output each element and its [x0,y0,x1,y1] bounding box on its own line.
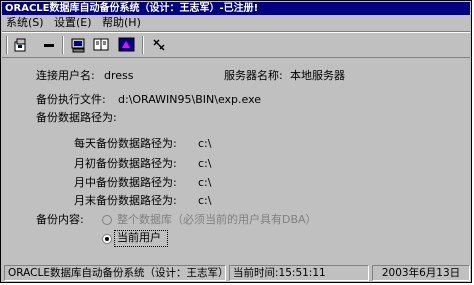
backup-icon[interactable] [92,36,110,54]
window-title: ORACLE数据库自动备份系统（设计：王志军）-已注册! [5,3,259,14]
toolbar-separator [6,36,8,54]
month-mid-path-label: 月中备份数据路径为: [74,176,177,189]
menu-bar: 系统(S) 设置(E) 帮助(H) [2,15,470,32]
menu-settings[interactable]: 设置(E) [54,16,92,30]
menu-system[interactable]: 系统(S) [6,16,44,30]
daily-path-label: 每天备份数据路径为: [74,137,177,150]
month-start-path-value: c:\ [198,157,212,170]
daily-path-value: c:\ [198,137,212,150]
radio-current-user-label[interactable]: 当前用户 [117,231,161,245]
month-end-path-label: 月末备份数据路径为: [74,194,177,207]
restore-icon[interactable] [118,36,136,54]
server-value: 本地服务器 [290,69,345,82]
user-value: dress [104,69,134,82]
radio-selected-dot [105,237,109,241]
main-window: ORACLE数据库自动备份系统（设计：王志军）-已注册! 系统(S) 设置(E)… [0,0,472,283]
exe-value: d:\ORAWIN95\BIN\exp.exe [118,93,262,106]
status-time-panel: 当前时间:15:51:11 [229,265,369,281]
status-app-panel: ORACLE数据库自动备份系统（设计：王志军） [4,265,226,281]
title-bar: ORACLE数据库自动备份系统（设计：王志军）-已注册! [2,2,470,15]
radio-full-database-label: 整个数据库（必须当前的用户具有DBA） [117,213,317,226]
month-mid-path-value: c:\ [198,176,212,189]
radio-full-database[interactable] [102,215,112,225]
toolbar-separator [142,36,144,54]
status-bar: ORACLE数据库自动备份系统（设计：王志军） 当前时间:15:51:11 20… [2,264,470,282]
status-date: 2003年6月13日 [381,267,461,279]
status-app-name: ORACLE数据库自动备份系统（设计：王志军） [8,267,226,279]
settings-icon[interactable] [70,36,88,54]
path-header: 备份数据路径为: [36,111,117,124]
exe-label: 备份执行文件: [36,93,106,106]
month-end-path-value: c:\ [198,194,212,207]
server-label: 服务器名称: [224,69,283,82]
status-time-value: 15:51:11 [278,267,326,279]
radio-current-user[interactable] [102,234,112,244]
toolbar [2,32,470,58]
user-label: 连接用户名: [36,69,95,82]
status-time-label: 当前时间: [233,267,279,279]
settings-panel: 连接用户名: dress 服务器名称: 本地服务器 备份执行文件: d:\ORA… [2,59,470,261]
help-icon[interactable] [150,36,168,54]
connect-icon[interactable] [12,36,30,54]
menu-help[interactable]: 帮助(H) [102,16,141,30]
status-date-panel: 2003年6月13日 [372,265,470,281]
backup-content-label: 备份内容: [36,213,84,226]
toolbar-separator [62,36,64,54]
disconnect-icon[interactable] [40,36,58,54]
month-start-path-label: 月初备份数据路径为: [74,157,177,170]
